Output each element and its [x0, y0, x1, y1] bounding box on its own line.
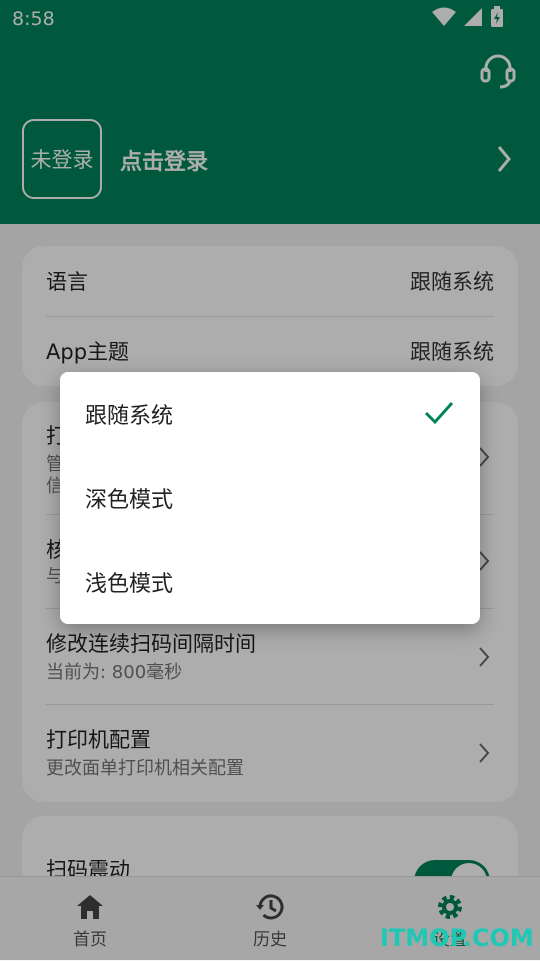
check-icon	[424, 401, 454, 425]
option-label: 深色模式	[85, 488, 174, 513]
watermark: ITMOP.COM	[380, 924, 534, 952]
theme-dialog: 跟随系统 深色模式 浅色模式	[60, 372, 480, 624]
theme-option-light[interactable]: 浅色模式	[60, 540, 480, 624]
theme-option-system[interactable]: 跟随系统	[60, 372, 480, 456]
theme-option-dark[interactable]: 深色模式	[60, 456, 480, 540]
option-label: 浅色模式	[85, 572, 174, 597]
option-label: 跟随系统	[85, 404, 174, 429]
